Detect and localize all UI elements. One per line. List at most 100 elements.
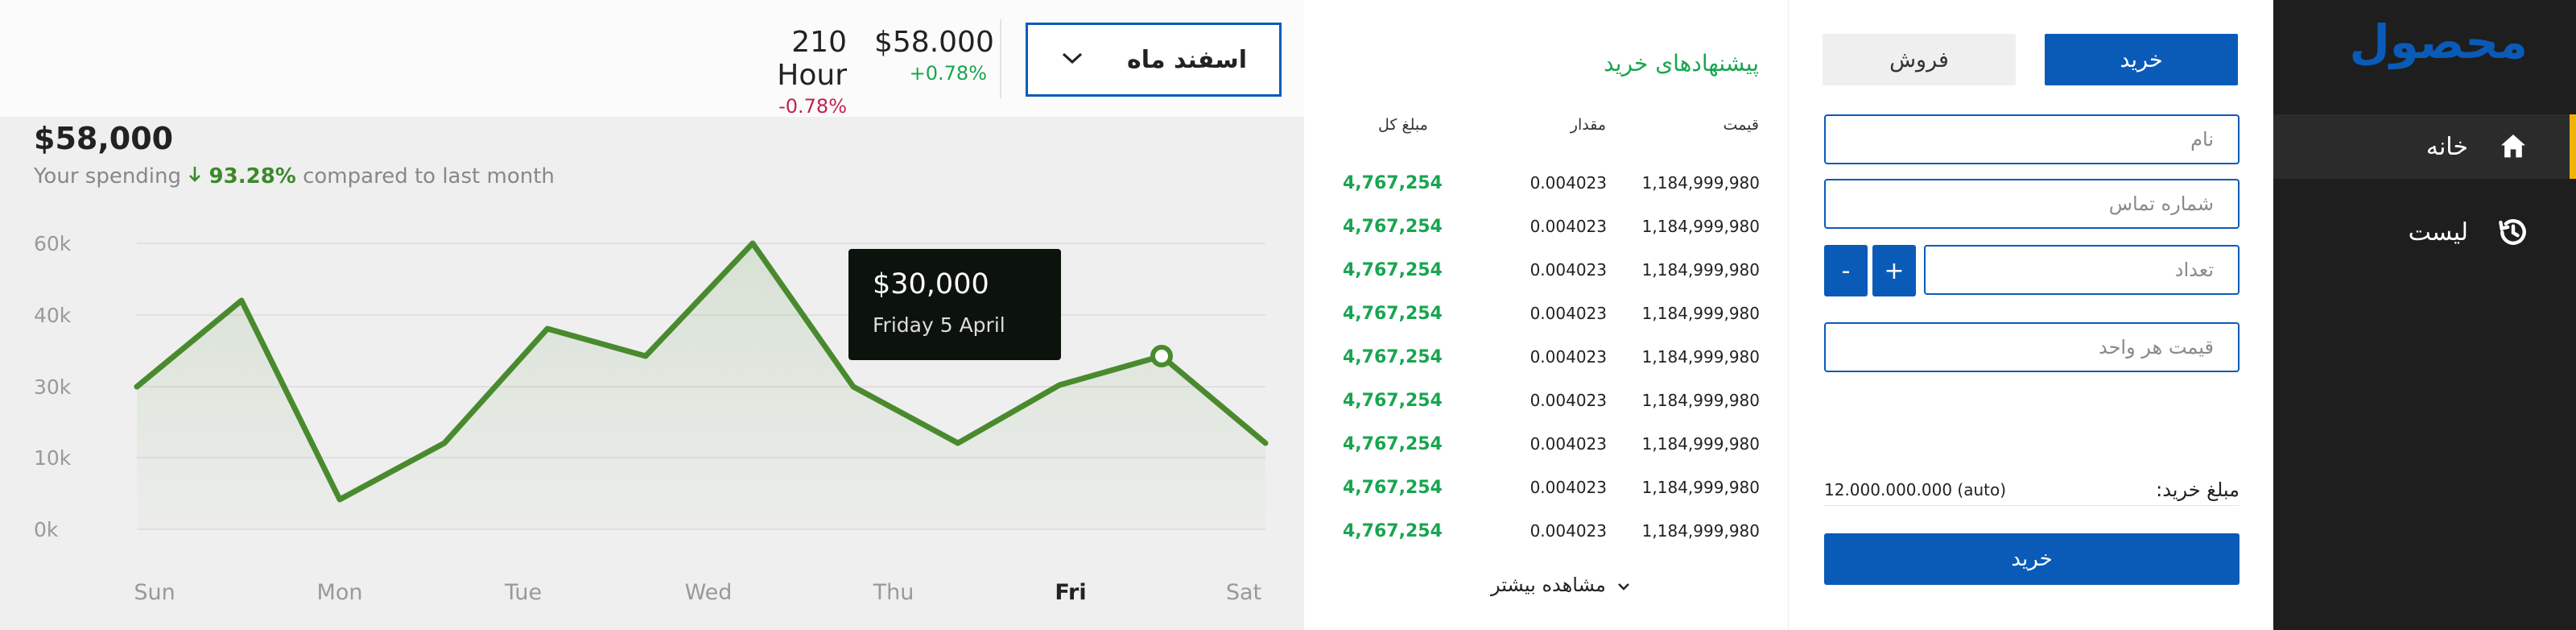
x-tick-label: Mon — [317, 580, 363, 605]
row-total: 4,767,254 — [1343, 260, 1443, 280]
row-total: 4,767,254 — [1343, 304, 1443, 324]
month-select[interactable]: اسفند ماه — [1026, 23, 1282, 97]
row-amount: 0.004023 — [1530, 173, 1607, 193]
spending-prefix: Your spending — [34, 164, 182, 189]
table-row[interactable]: 1,184,999,980 0.004023 4,767,254 — [1304, 381, 1789, 425]
hour-stat-value: 210 Hour — [777, 26, 847, 92]
row-amount: 0.004023 — [1530, 391, 1607, 410]
sidebar-item-label: لیست — [2408, 218, 2468, 247]
y-tick-label: 10k — [34, 446, 72, 470]
row-price: 1,184,999,980 — [1641, 304, 1760, 323]
row-total: 4,767,254 — [1343, 217, 1443, 237]
row-price: 1,184,999,980 — [1641, 391, 1760, 410]
table-row[interactable]: 1,184,999,980 0.004023 4,767,254 — [1304, 207, 1789, 251]
home-icon — [2491, 124, 2536, 169]
submit-buy-button[interactable]: خرید — [1824, 533, 2240, 585]
arrow-down-icon — [188, 164, 208, 189]
order-book: پیشنهادهای خرید قیمت مقدار مبلغ کل 1,184… — [1304, 0, 1789, 630]
phone-input[interactable] — [1824, 179, 2240, 229]
quantity-decrement-button[interactable]: - — [1824, 245, 1868, 296]
table-row[interactable]: 1,184,999,980 0.004023 4,767,254 — [1304, 164, 1789, 207]
history-icon — [2491, 209, 2536, 255]
column-header-price: قیمت — [1723, 116, 1759, 134]
spending-value: $58,000 — [34, 121, 174, 156]
y-tick-label: 40k — [34, 304, 72, 327]
row-total: 4,767,254 — [1343, 347, 1443, 367]
chart-panel: اسفند ماه $58.000 +0.78% 210 Hour -0.78%… — [0, 0, 1304, 630]
x-tick-label: Thu — [873, 580, 914, 605]
total-amount-label: مبلغ خرید: — [2156, 478, 2240, 501]
x-tick-label: Fri — [1055, 580, 1086, 605]
row-price: 1,184,999,980 — [1641, 478, 1760, 497]
row-total: 4,767,254 — [1343, 391, 1443, 411]
table-row[interactable]: 1,184,999,980 0.004023 4,767,254 — [1304, 251, 1789, 294]
month-select-value: اسفند ماه — [1127, 45, 1247, 74]
row-price: 1,184,999,980 — [1641, 347, 1760, 367]
row-price: 1,184,999,980 — [1641, 260, 1760, 280]
spending-percent: 93.28% — [208, 164, 296, 189]
brand-logo: محصول — [2349, 15, 2528, 69]
tooltip-value: $30,000 — [873, 268, 989, 300]
sidebar-item-home[interactable]: خانه — [2273, 114, 2576, 179]
column-header-total: مبلغ کل — [1378, 116, 1428, 134]
spending-suffix: compared to last month — [303, 164, 555, 189]
row-price: 1,184,999,980 — [1641, 173, 1760, 193]
row-amount: 0.004023 — [1530, 304, 1607, 323]
chevron-down-icon — [1617, 574, 1630, 596]
table-row[interactable]: 1,184,999,980 0.004023 4,767,254 — [1304, 294, 1789, 338]
row-total: 4,767,254 — [1343, 521, 1443, 541]
header-divider — [1000, 19, 1001, 98]
table-row[interactable]: 1,184,999,980 0.004023 4,767,254 — [1304, 468, 1789, 512]
row-amount: 0.004023 — [1530, 478, 1607, 497]
show-more-link[interactable]: مشاهده بیشتر — [1491, 574, 1630, 596]
y-tick-label: 60k — [34, 232, 72, 255]
sidebar-item-list[interactable]: لیست — [2273, 200, 2576, 264]
spending-comparison: Your spending 93.28% compared to last mo… — [34, 164, 555, 189]
row-total: 4,767,254 — [1343, 434, 1443, 454]
x-tick-label: Wed — [685, 580, 733, 605]
hour-stat-delta: -0.78% — [778, 95, 847, 118]
price-stat: $58.000 +0.78% — [874, 26, 994, 85]
row-amount: 0.004023 — [1530, 347, 1607, 367]
row-price: 1,184,999,980 — [1641, 521, 1760, 541]
price-stat-delta: +0.78% — [909, 62, 987, 85]
tooltip-point-marker — [1150, 345, 1173, 367]
spending-line-chart: 60k 40k 30k 10k 0k Sun Mon Tue Wed Thu Fri Sat $30,0… — [34, 232, 1269, 605]
name-input[interactable] — [1824, 114, 2240, 164]
order-book-title: پیشنهادهای خرید — [1604, 50, 1759, 77]
x-tick-label: Sun — [134, 580, 175, 605]
unit-price-input[interactable] — [1824, 322, 2240, 372]
row-amount: 0.004023 — [1530, 217, 1607, 236]
hour-stat: 210 Hour -0.78% — [724, 26, 847, 118]
row-price: 1,184,999,980 — [1641, 434, 1760, 454]
quantity-increment-button[interactable]: + — [1872, 245, 1916, 296]
tab-buy[interactable]: خرید — [2045, 34, 2238, 85]
y-tick-label: 30k — [34, 375, 72, 399]
total-amount-value: 12.000.000.000 (auto) — [1824, 479, 2007, 499]
column-header-amount: مقدار — [1570, 116, 1606, 134]
show-more-label: مشاهده بیشتر — [1491, 574, 1606, 596]
tooltip-label: Friday 5 April — [873, 313, 1005, 337]
price-stat-value: $58.000 — [874, 26, 994, 59]
table-row[interactable]: 1,184,999,980 0.004023 4,767,254 — [1304, 338, 1789, 381]
table-row[interactable]: 1,184,999,980 0.004023 4,767,254 — [1304, 512, 1789, 555]
chevron-down-icon — [1060, 50, 1084, 69]
buy-form-panel: خرید فروش + - 12.000.000.000 (auto) مبلغ… — [1789, 0, 2273, 630]
quantity-input[interactable] — [1924, 245, 2240, 295]
x-tick-label: Sat — [1226, 580, 1261, 605]
row-price: 1,184,999,980 — [1641, 217, 1760, 236]
row-amount: 0.004023 — [1530, 521, 1607, 541]
y-tick-label: 0k — [34, 518, 59, 541]
header-strip: اسفند ماه $58.000 +0.78% 210 Hour -0.78% — [0, 0, 1304, 118]
tab-sell[interactable]: فروش — [1823, 34, 2016, 85]
total-amount-row: 12.000.000.000 (auto) مبلغ خرید: — [1824, 474, 2240, 506]
tooltip-box — [848, 249, 1061, 360]
sidebar: محصول خانه لیست — [2273, 0, 2576, 630]
x-tick-label: Tue — [504, 580, 542, 605]
table-row[interactable]: 1,184,999,980 0.004023 4,767,254 — [1304, 425, 1789, 468]
row-total: 4,767,254 — [1343, 478, 1443, 498]
row-amount: 0.004023 — [1530, 260, 1607, 280]
row-total: 4,767,254 — [1343, 173, 1443, 193]
sidebar-item-label: خانه — [2425, 132, 2468, 161]
row-amount: 0.004023 — [1530, 434, 1607, 454]
